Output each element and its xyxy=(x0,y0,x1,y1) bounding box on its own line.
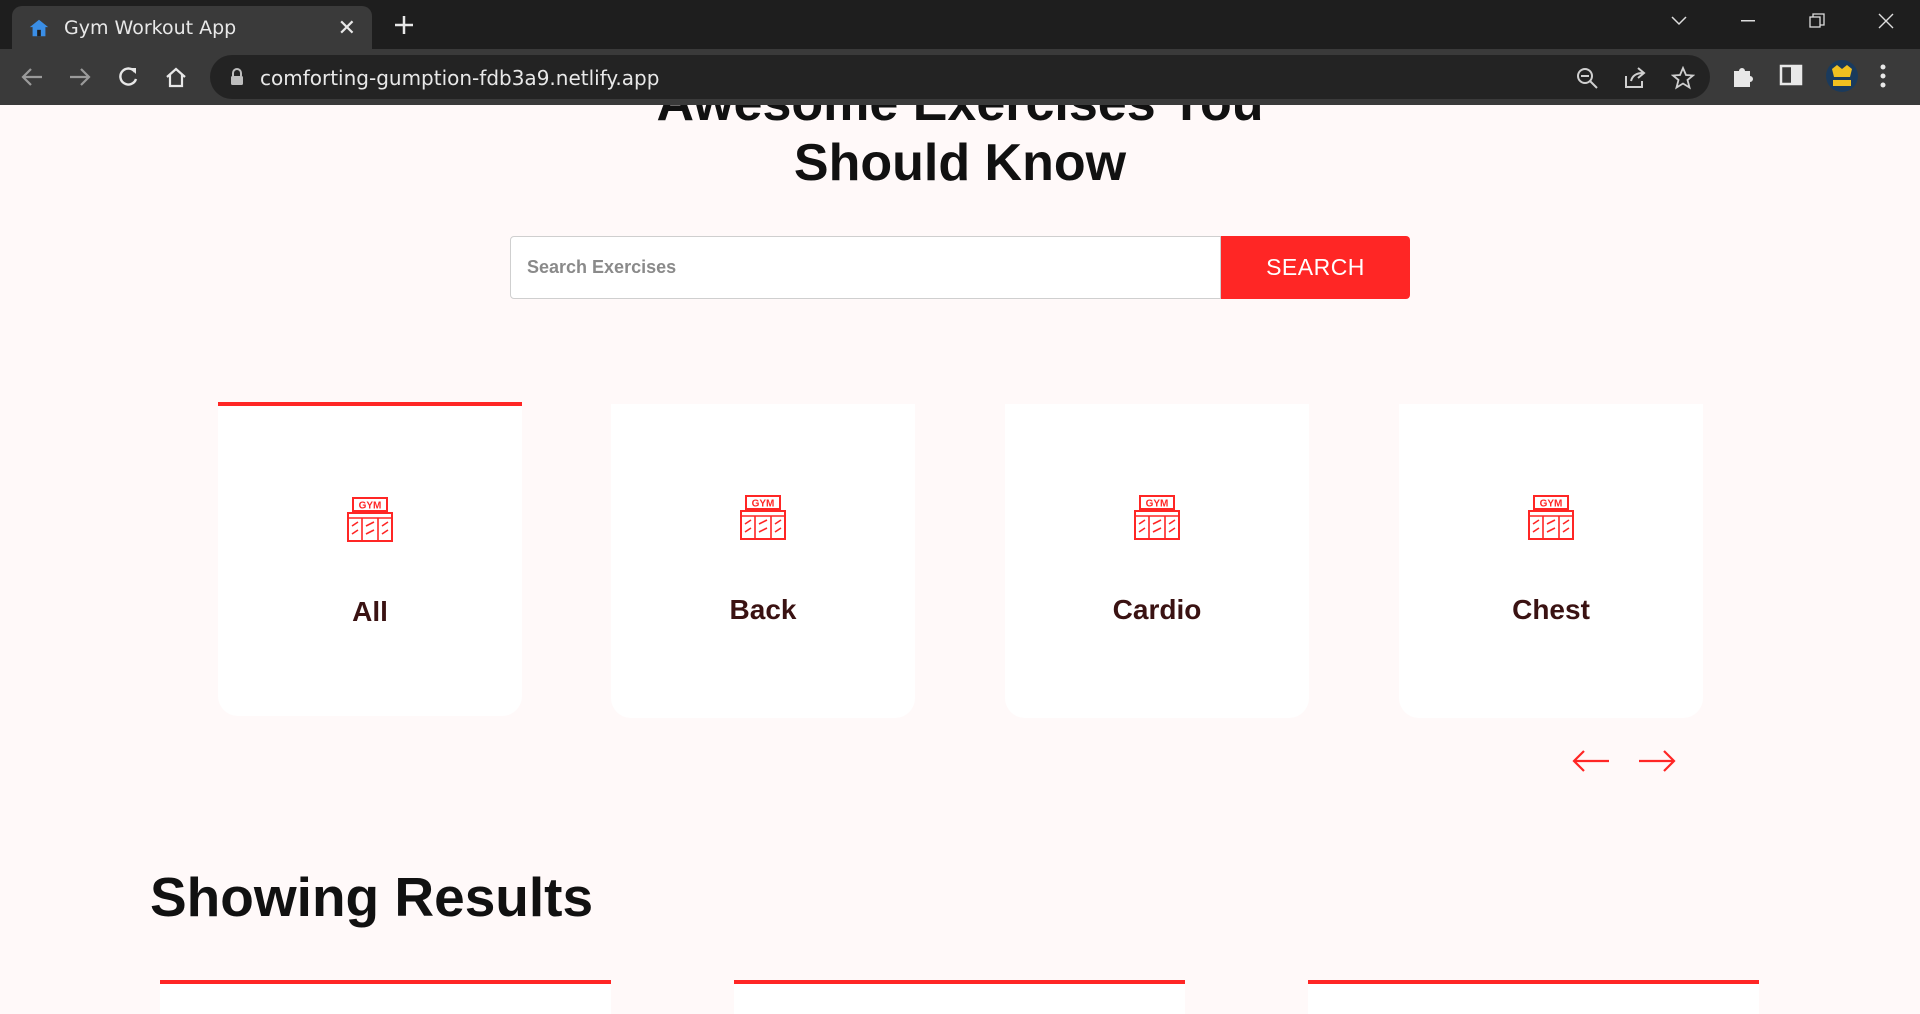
category-label: Chest xyxy=(1512,594,1590,625)
search-bar: SEARCH xyxy=(510,236,1410,299)
forward-arrow-icon xyxy=(70,68,91,86)
minimize-icon xyxy=(1740,20,1755,22)
search-button[interactable]: SEARCH xyxy=(1221,236,1410,299)
gym-icon: GYM xyxy=(1134,495,1180,540)
gym-icon: GYM xyxy=(347,497,393,542)
gym-icon: GYM xyxy=(740,495,786,540)
browser-toolbar: comforting-gumption-fdb3a9.netlify.app xyxy=(0,49,1920,105)
profile-avatar[interactable] xyxy=(1825,59,1859,93)
chevron-down-icon xyxy=(1670,16,1687,26)
search-input[interactable] xyxy=(510,236,1221,299)
exercise-card[interactable] xyxy=(160,980,611,1014)
category-card-chest[interactable]: GYM Chest xyxy=(1399,404,1703,718)
exercise-card[interactable] xyxy=(734,980,1185,1014)
tab-search-button[interactable] xyxy=(1644,0,1713,42)
address-bar[interactable]: comforting-gumption-fdb3a9.netlify.app xyxy=(210,55,1710,99)
more-options-icon[interactable] xyxy=(1878,63,1888,89)
carousel-arrows xyxy=(1572,750,1676,772)
side-panel-icon[interactable] xyxy=(1779,63,1803,87)
results-title: Showing Results xyxy=(150,866,594,928)
minimize-button[interactable] xyxy=(1713,0,1782,42)
svg-text:GYM: GYM xyxy=(752,499,775,510)
category-label: Back xyxy=(729,594,797,625)
browser-tabbar: Gym Workout App ✕ xyxy=(0,0,1920,49)
reload-icon xyxy=(119,67,138,86)
tab-title: Gym Workout App xyxy=(64,16,237,39)
tab-close-icon[interactable]: ✕ xyxy=(338,16,356,39)
url-text[interactable]: comforting-gumption-fdb3a9.netlify.app xyxy=(260,66,659,90)
extensions-puzzle-icon[interactable] xyxy=(1730,63,1756,89)
svg-text:GYM: GYM xyxy=(1146,499,1169,510)
lock-icon[interactable] xyxy=(230,68,244,86)
back-button[interactable] xyxy=(14,59,50,95)
restore-icon xyxy=(1808,13,1825,28)
reload-button[interactable] xyxy=(110,59,146,95)
left-arrow-icon[interactable] xyxy=(1572,750,1610,772)
restore-button[interactable] xyxy=(1782,0,1851,42)
category-label: Cardio xyxy=(1112,594,1202,625)
browser-tab[interactable]: Gym Workout App ✕ xyxy=(12,6,372,49)
svg-text:GYM: GYM xyxy=(359,501,382,512)
category-card-back[interactable]: GYM Back xyxy=(611,404,915,718)
page-content: Awesome Exercises You Should Know SEARCH… xyxy=(0,105,1920,1014)
plus-icon xyxy=(395,16,413,34)
share-icon[interactable] xyxy=(1623,66,1647,90)
home-button[interactable] xyxy=(158,59,194,95)
bookmark-star-icon[interactable] xyxy=(1671,66,1695,90)
exercise-card[interactable] xyxy=(1308,980,1759,1014)
close-icon xyxy=(1878,13,1893,29)
zoom-out-icon[interactable] xyxy=(1575,66,1599,90)
new-tab-button[interactable] xyxy=(383,8,425,42)
right-arrow-icon[interactable] xyxy=(1638,750,1676,772)
close-window-button[interactable] xyxy=(1851,0,1920,42)
gym-icon: GYM xyxy=(1528,495,1574,540)
category-card-all[interactable]: GYM All xyxy=(218,402,522,716)
hero-heading: Should Know xyxy=(793,134,1127,192)
window-controls xyxy=(1644,0,1920,42)
svg-text:GYM: GYM xyxy=(1540,499,1563,510)
back-arrow-icon xyxy=(21,68,42,86)
category-label: All xyxy=(352,596,388,627)
hero-heading-line1: Awesome Exercises You xyxy=(0,105,1920,133)
home-favicon-icon xyxy=(29,19,49,36)
forward-button[interactable] xyxy=(62,59,98,95)
home-icon xyxy=(166,67,186,88)
category-card-cardio[interactable]: GYM Cardio xyxy=(1005,404,1309,718)
